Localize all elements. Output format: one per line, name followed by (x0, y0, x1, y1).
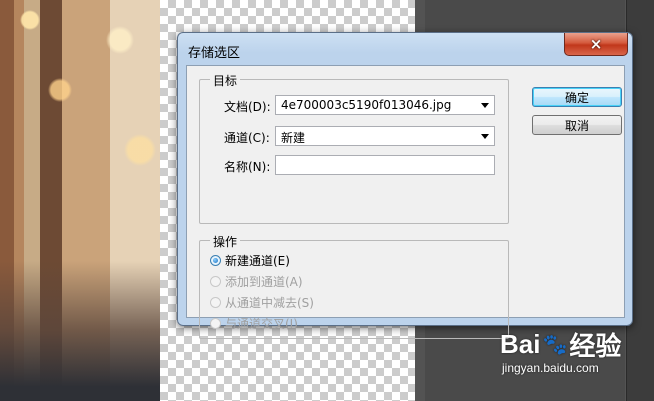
radio-disabled-icon (210, 318, 221, 329)
radio-subtract-from-channel-label: 从通道中减去(S) (225, 296, 314, 310)
radio-add-to-channel-label: 添加到通道(A) (225, 275, 303, 289)
background-photo (0, 0, 160, 401)
name-input[interactable] (275, 155, 495, 175)
radio-new-channel-label: 新建通道(E) (225, 254, 290, 268)
operation-group-legend: 操作 (210, 233, 241, 250)
watermark-logo: Bai 🐾 经验 (500, 326, 621, 363)
radio-subtract-from-channel[interactable]: 从通道中减去(S) (210, 294, 314, 311)
radio-add-to-channel[interactable]: 添加到通道(A) (210, 273, 303, 290)
radio-new-channel[interactable]: 新建通道(E) (210, 252, 290, 269)
close-icon: × (589, 35, 603, 53)
watermark-logo-text-b: 经验 (569, 331, 622, 361)
radio-disabled-icon (210, 276, 221, 287)
chevron-down-icon (481, 103, 489, 108)
dialog-title-bar[interactable]: 存储选区 × (178, 33, 632, 65)
document-select[interactable]: 4e700003c5190f013046.jpg (275, 95, 495, 115)
save-selection-dialog: 存储选区 × 目标 文档(D): 4e700003c5190f013046.jp… (177, 32, 633, 339)
ok-button[interactable]: 确定 (532, 87, 622, 107)
dialog-title: 存储选区 (188, 46, 241, 61)
document-select-value: 4e700003c5190f013046.jpg (281, 98, 452, 112)
watermark-url: jingyan.baidu.com (502, 361, 599, 375)
channel-label: 通道(C): (224, 131, 270, 145)
channel-select[interactable]: 新建 (275, 126, 495, 146)
radio-intersect-with-channel-label: 与通道交叉(I) (225, 317, 298, 331)
document-label: 文档(D): (224, 100, 271, 114)
paw-icon: 🐾 (542, 334, 568, 356)
watermark-logo-text-a: Bai (500, 329, 541, 359)
dialog-client-area: 目标 文档(D): 4e700003c5190f013046.jpg 通道(C)… (186, 65, 625, 339)
close-button[interactable]: × (564, 33, 628, 56)
radio-disabled-icon (210, 297, 221, 308)
name-label: 名称(N): (224, 160, 271, 174)
cancel-button[interactable]: 取消 (532, 115, 622, 135)
target-group-legend: 目标 (210, 72, 241, 89)
operation-group: 操作 新建通道(E) 添加到通道(A) 从通道中减去(S) 与通道交叉(I) (199, 233, 509, 339)
chevron-down-icon (481, 134, 489, 139)
radio-intersect-with-channel[interactable]: 与通道交叉(I) (210, 315, 298, 332)
baidu-jingyan-watermark: Bai 🐾 经验 jingyan.baidu.com (500, 326, 621, 375)
channel-select-value: 新建 (281, 131, 306, 145)
target-group: 目标 文档(D): 4e700003c5190f013046.jpg 通道(C)… (199, 72, 509, 224)
radio-selected-icon (210, 255, 221, 266)
